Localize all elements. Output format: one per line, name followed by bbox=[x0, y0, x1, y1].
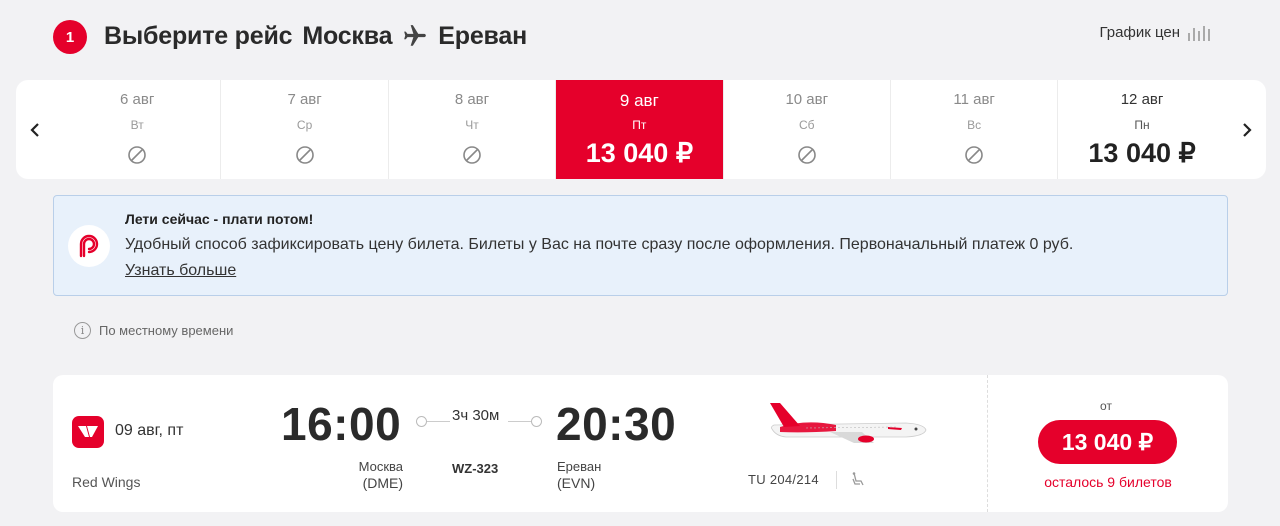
seat-recline-icon bbox=[852, 472, 864, 486]
unavailable-icon bbox=[295, 146, 314, 164]
date-list: 6 авг Вт 7 авг Ср 8 авг Чт 9 авг Пт 13 040 ₽ 10 а… bbox=[54, 80, 1226, 179]
arrival-time: 20:30 bbox=[556, 398, 677, 450]
flight-duration: 3ч 30м bbox=[450, 407, 502, 424]
chevron-left-icon bbox=[30, 122, 39, 137]
price-chart-button[interactable]: График цен bbox=[1100, 24, 1210, 41]
learn-more-link[interactable]: Узнать больше bbox=[125, 262, 236, 280]
flight-date: 09 авг, пт bbox=[115, 422, 184, 439]
info-icon: i bbox=[74, 322, 91, 339]
date-label: 8 авг bbox=[454, 91, 490, 108]
red-wings-logo-icon bbox=[72, 416, 104, 448]
local-time-note: i По местному времени bbox=[74, 322, 233, 339]
pay-later-banner: Лети сейчас - плати потом! Удобный спосо… bbox=[53, 195, 1228, 296]
separator bbox=[836, 471, 837, 489]
date-option[interactable]: 12 авг Пн 13 040 ₽ bbox=[1058, 80, 1225, 179]
aircraft-type: TU 204/214 bbox=[748, 472, 819, 487]
date-price: 13 040 ₽ bbox=[1088, 138, 1196, 168]
arrival-code: (EVN) bbox=[557, 475, 596, 491]
weekday-label: Ср bbox=[296, 118, 313, 132]
date-label: 6 авг bbox=[120, 91, 155, 108]
flight-card[interactable]: 09 авг, пт Red Wings 16:00 3ч 30м 20:30 … bbox=[53, 375, 1228, 512]
price-divider bbox=[987, 375, 988, 512]
weekday-label: Пн bbox=[1134, 118, 1150, 132]
unavailable-icon bbox=[797, 146, 816, 164]
date-label: 12 авг bbox=[1120, 91, 1164, 108]
price-chart-label: График цен bbox=[1099, 24, 1180, 41]
date-option[interactable]: 8 авг Чт bbox=[389, 80, 557, 179]
weekday-label: Пт bbox=[632, 118, 647, 132]
unavailable-icon bbox=[463, 146, 481, 164]
date-label: 7 авг bbox=[287, 91, 322, 108]
select-price-button[interactable]: 13 040 ₽ bbox=[1038, 420, 1177, 464]
step-badge: 1 bbox=[53, 20, 87, 54]
price-from-label: от bbox=[1100, 399, 1112, 413]
weekday-label: Вт bbox=[130, 118, 144, 132]
title-origin: Москва bbox=[302, 21, 393, 50]
prev-dates-button[interactable] bbox=[16, 80, 54, 179]
date-option[interactable]: 7 авг Ср bbox=[221, 80, 389, 179]
next-dates-button[interactable] bbox=[1228, 80, 1266, 179]
unavailable-icon bbox=[128, 146, 146, 164]
pay-later-logo-icon bbox=[68, 225, 110, 267]
departure-code: (DME) bbox=[362, 475, 403, 491]
title-prefix: Выберите рейс bbox=[104, 21, 293, 50]
date-option[interactable]: 11 авг Вс bbox=[891, 80, 1059, 179]
airplane-icon bbox=[402, 23, 428, 49]
date-price: 13 040 ₽ bbox=[585, 138, 693, 168]
date-label: 9 авг bbox=[619, 91, 659, 110]
chevron-right-icon bbox=[1243, 122, 1252, 137]
weekday-label: Вс bbox=[967, 118, 982, 132]
bar-chart-icon bbox=[1188, 25, 1210, 41]
flight-number: WZ-323 bbox=[452, 461, 499, 476]
departure-city: Москва bbox=[358, 459, 403, 474]
weekday-label: Чт bbox=[465, 118, 479, 132]
weekday-label: Сб bbox=[798, 118, 815, 132]
date-selector: 6 авг Вт 7 авг Ср 8 авг Чт 9 авг Пт 13 040 ₽ 10 а… bbox=[16, 80, 1266, 179]
page-title: Выберите рейс Москва Ереван bbox=[104, 18, 527, 54]
banner-text: Удобный способ зафиксировать цену билета… bbox=[125, 236, 1074, 253]
departure-time: 16:00 bbox=[281, 398, 402, 450]
date-label: 11 авг bbox=[953, 91, 995, 108]
date-option[interactable]: 9 авг Пт 13 040 ₽ bbox=[556, 80, 724, 179]
aircraft-image bbox=[770, 403, 927, 443]
date-label: 10 авг bbox=[785, 91, 829, 108]
seats-left: осталось 9 билетов bbox=[1044, 474, 1172, 490]
airline-name: Red Wings bbox=[72, 474, 141, 490]
local-time-label: По местному времени bbox=[99, 323, 234, 338]
arrival-city: Ереван bbox=[557, 459, 602, 474]
banner-title: Лети сейчас - плати потом! bbox=[125, 211, 314, 227]
date-option[interactable]: 10 авг Сб bbox=[724, 80, 891, 179]
date-option[interactable]: 6 авг Вт bbox=[54, 80, 222, 179]
title-destination: Ереван bbox=[438, 21, 527, 50]
unavailable-icon bbox=[965, 146, 983, 164]
